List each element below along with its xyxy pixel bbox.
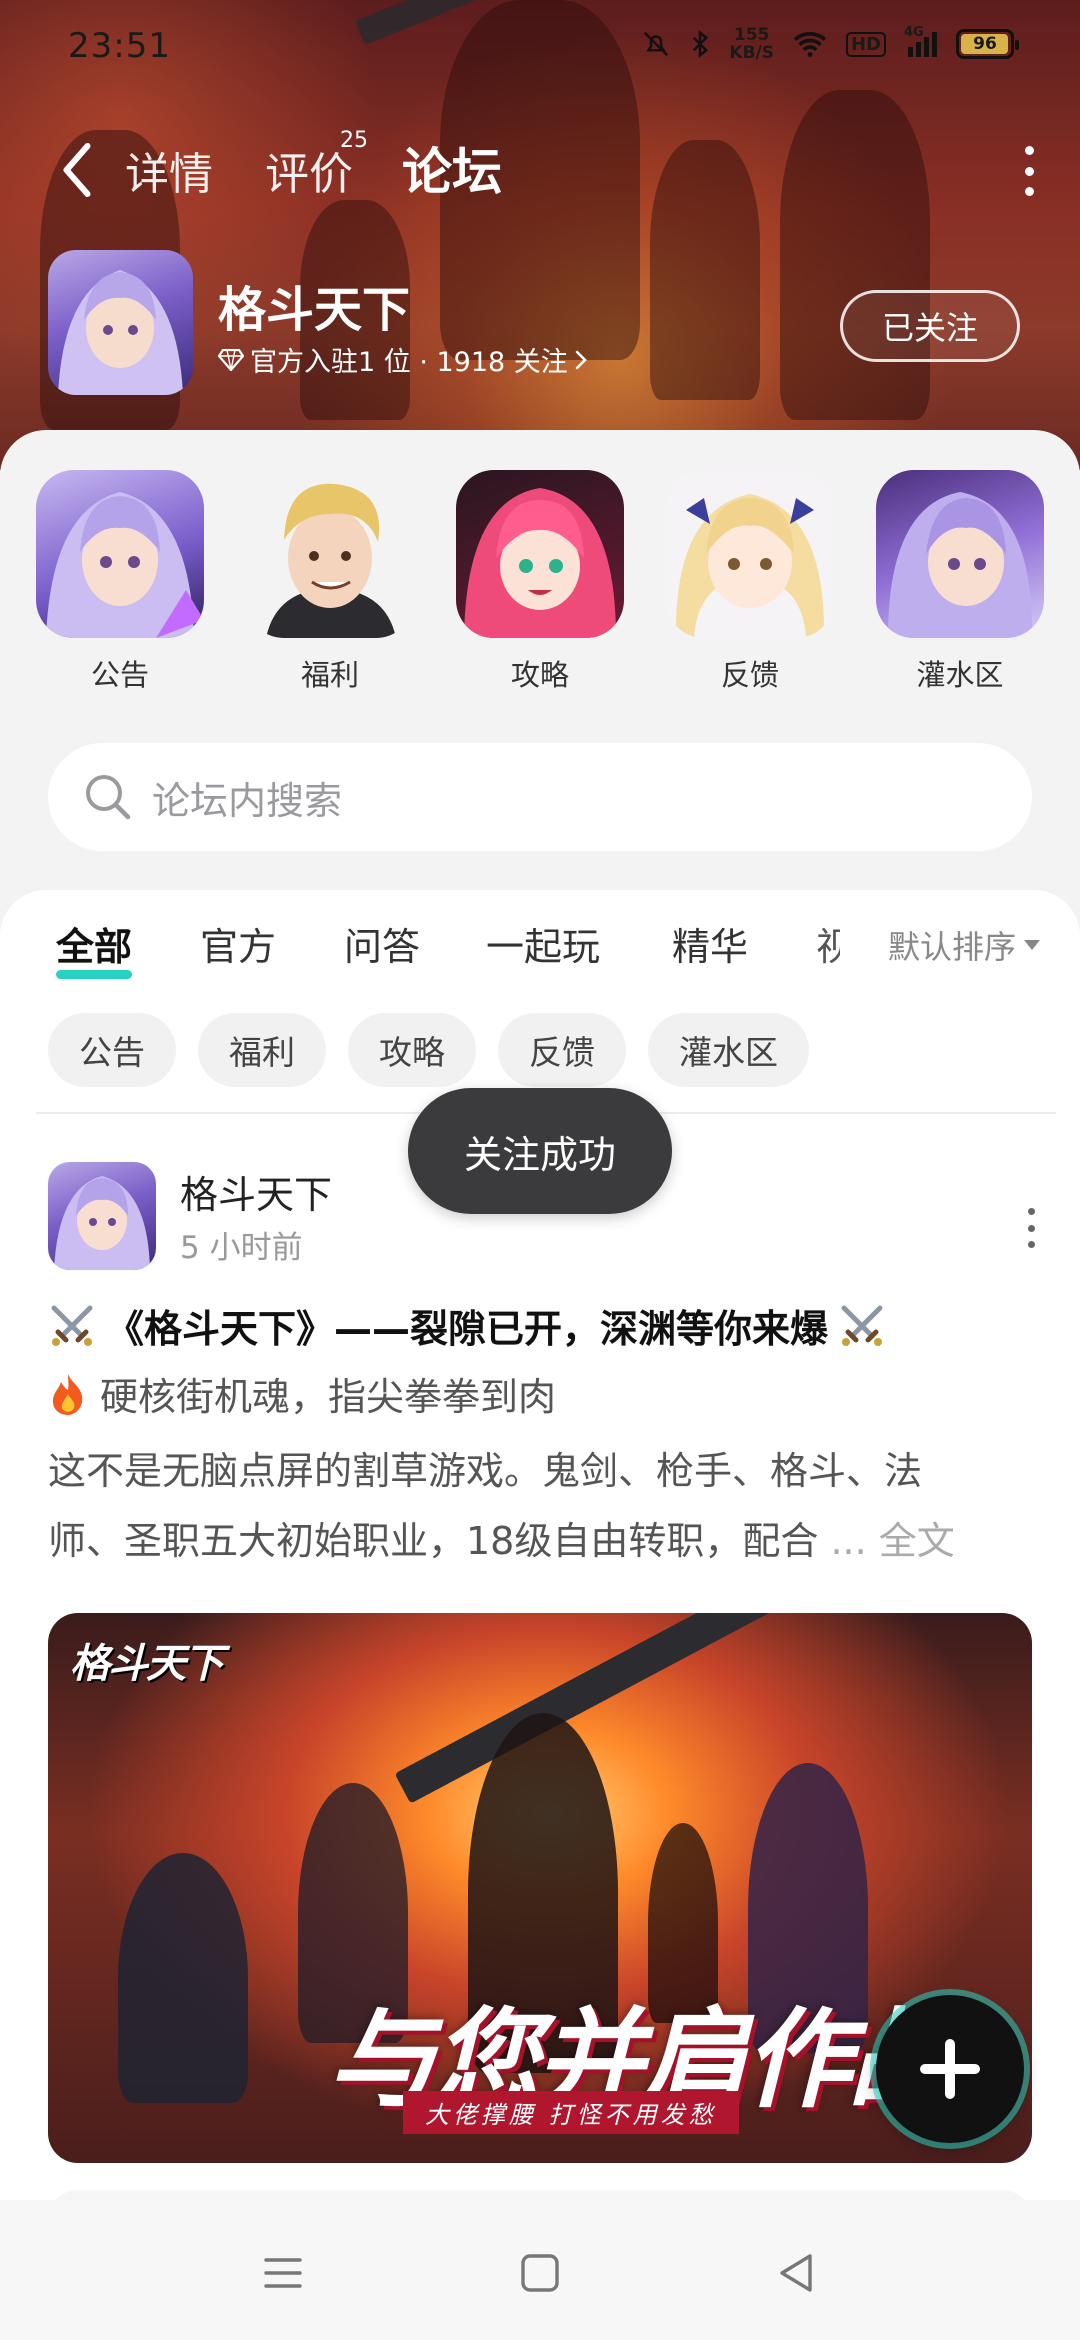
category-chat-zone[interactable]: 灌水区 [875, 470, 1045, 694]
system-navigation-bar [0, 2200, 1080, 2340]
avatar-icon [456, 470, 624, 638]
game-name: 格斗天下 [218, 282, 411, 338]
search-placeholder: 论坛内搜索 [152, 778, 343, 823]
caret-down-icon [1024, 940, 1040, 950]
filter-tab-official[interactable]: 官方 [200, 916, 276, 971]
category-row: 公告 福利 攻略 反馈 灌水区 [0, 470, 1080, 710]
post-body[interactable]: 这不是无脑点屏的割草游戏。鬼剑、枪手、格斗、法 师、圣职五大初始职业，18级自由… [48, 1436, 1048, 1576]
post-subtitle: 硬核街机魂，指尖拳拳到肉 [48, 1366, 556, 1421]
diamond-icon [218, 348, 244, 371]
category-welfare[interactable]: 福利 [245, 470, 415, 694]
status-time: 23:51 [68, 26, 171, 66]
wifi-icon [793, 32, 827, 57]
category-announcement[interactable]: 公告 [35, 470, 205, 694]
filter-tab-video[interactable]: 视 [816, 916, 840, 971]
mute-bell-icon [644, 31, 669, 57]
read-full-link[interactable]: 全文 [879, 1519, 955, 1563]
chip-chat-zone[interactable]: 灌水区 [648, 1013, 809, 1087]
game-icon[interactable] [48, 250, 193, 395]
battery-icon: 96 [956, 29, 1019, 59]
menu-icon[interactable] [258, 2248, 308, 2298]
filter-tab-qa[interactable]: 问答 [344, 916, 420, 971]
avatar-icon [876, 470, 1044, 638]
category-guide[interactable]: 攻略 [455, 470, 625, 694]
game-info: 格斗天下 官方入驻1 位 · 1918 关注 已关注 [48, 250, 1038, 400]
filter-tab-all[interactable]: 全部 [56, 916, 133, 979]
chevron-left-icon[interactable] [50, 140, 104, 200]
network-speed: 155 KB/S [729, 25, 774, 63]
sort-dropdown[interactable]: 默认排序 [877, 922, 1040, 968]
avatar-icon [666, 470, 834, 638]
category-chips: 公告 福利 攻略 反馈 灌水区 [48, 1013, 809, 1087]
signal-icon: 4G [904, 25, 938, 59]
back-triangle-icon[interactable] [772, 2248, 822, 2298]
crossed-swords-icon [841, 1305, 883, 1346]
status-bar: 23:51 155 KB/S HD 4G 96 [0, 0, 1080, 96]
post-time: 5 小时前 [180, 1230, 303, 1266]
create-post-button[interactable] [876, 1995, 1024, 2143]
follow-success-toast: 关注成功 [408, 1088, 672, 1214]
game-logo: 格斗天下 [70, 1641, 224, 1687]
category-feedback[interactable]: 反馈 [665, 470, 835, 694]
chevron-right-icon [575, 350, 587, 369]
avatar-icon [36, 470, 204, 638]
forum-search-bar[interactable]: 论坛内搜索 [48, 743, 1032, 851]
filter-tabs: 全部 官方 问答 一起玩 精华 视 默认排序 [0, 916, 1080, 996]
tab-details[interactable]: 详情 [125, 138, 213, 202]
author-avatar[interactable] [48, 1162, 156, 1270]
followed-button[interactable]: 已关注 [840, 290, 1020, 362]
post-author[interactable]: 格斗天下 [180, 1164, 332, 1219]
chip-announcement[interactable]: 公告 [48, 1013, 176, 1087]
search-icon [86, 775, 131, 820]
top-nav: 详情 评价 25 论坛 [0, 120, 1080, 220]
more-vertical-icon[interactable] [1026, 1208, 1036, 1248]
avatar-icon [246, 470, 414, 638]
filter-tab-featured[interactable]: 精华 [672, 916, 748, 971]
fire-icon [52, 1373, 83, 1415]
filter-tab-play-together[interactable]: 一起玩 [486, 916, 600, 971]
more-vertical-icon[interactable] [1022, 146, 1036, 196]
bluetooth-icon [693, 30, 709, 58]
banner-tagline: 大佬撑腰 打怪不用发愁 [403, 2091, 739, 2134]
chip-feedback[interactable]: 反馈 [498, 1013, 626, 1087]
post-title[interactable]: 《格斗天下》——裂隙已开，深渊等你来爆 [48, 1298, 1038, 1353]
reviews-count-badge: 25 [340, 128, 368, 153]
chip-guide[interactable]: 攻略 [348, 1013, 476, 1087]
hd-badge: HD [845, 31, 886, 57]
game-meta[interactable]: 官方入驻1 位 · 1918 关注 [218, 340, 588, 379]
chip-welfare[interactable]: 福利 [198, 1013, 326, 1087]
crossed-swords-icon [51, 1305, 93, 1346]
home-icon[interactable] [515, 2248, 565, 2298]
tab-forum[interactable]: 论坛 [400, 132, 506, 204]
